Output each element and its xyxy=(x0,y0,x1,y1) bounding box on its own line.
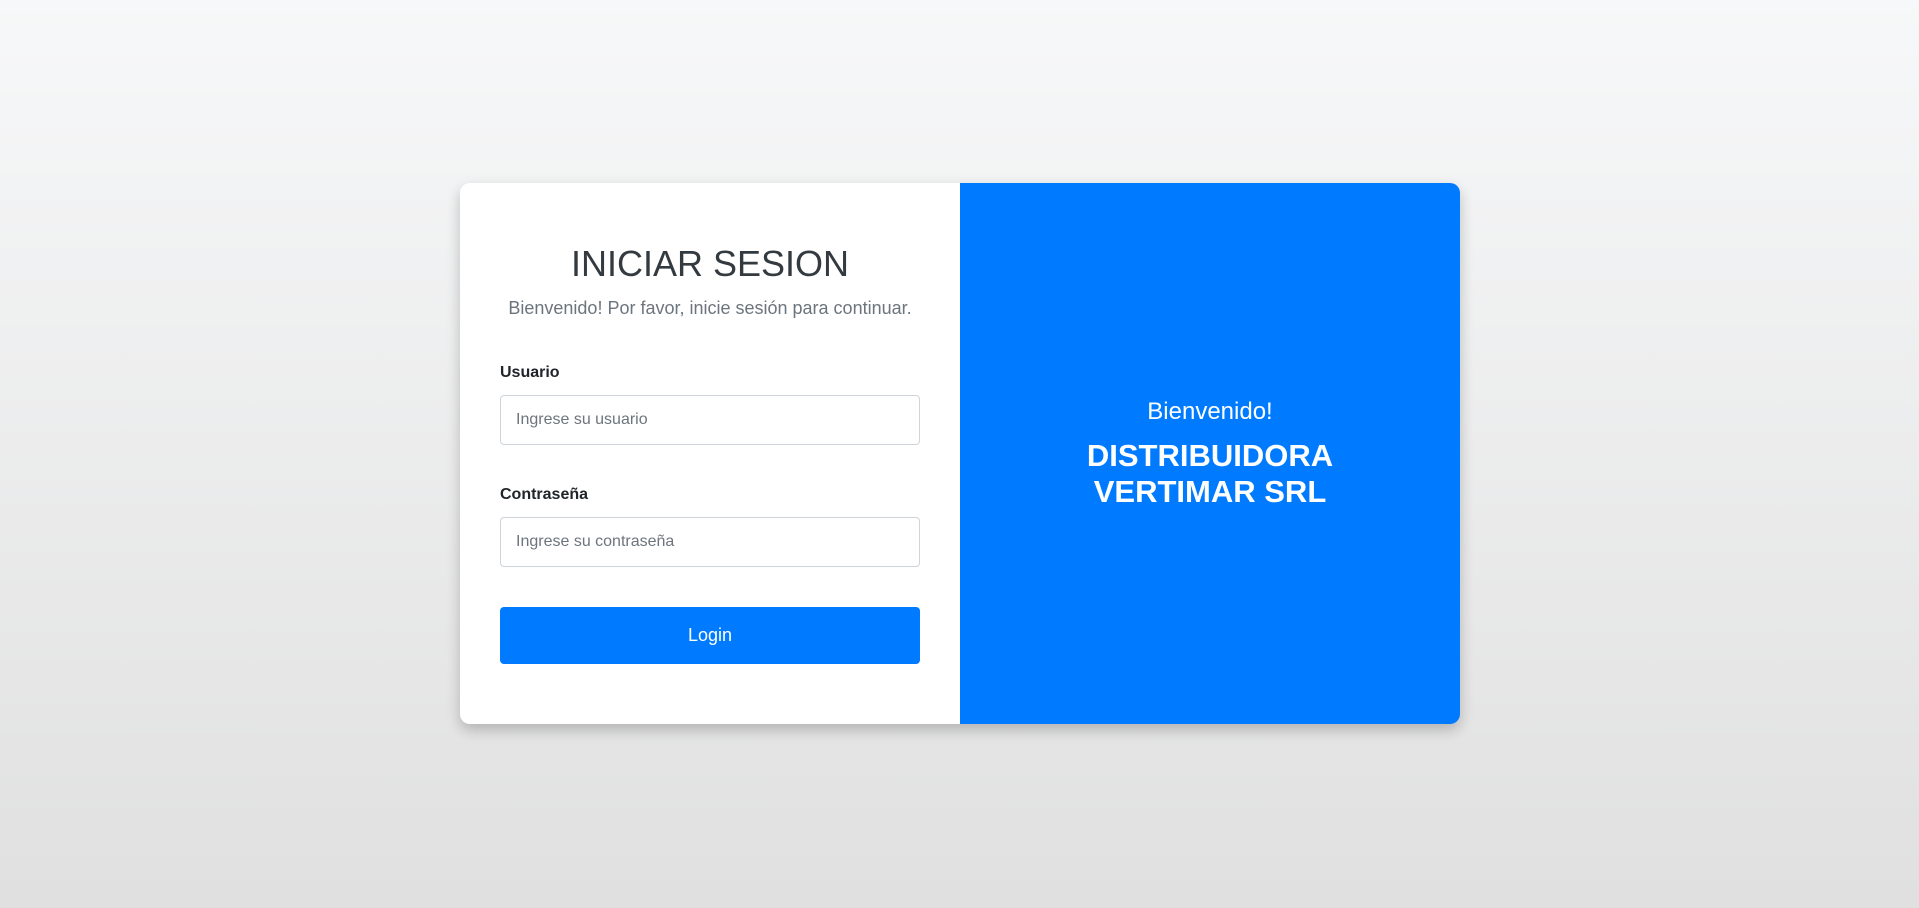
password-label: Contraseña xyxy=(500,486,589,503)
login-panel: INICIAR SESION Bienvenido! Por favor, in… xyxy=(460,183,960,724)
login-card: INICIAR SESION Bienvenido! Por favor, in… xyxy=(460,183,1460,724)
login-button[interactable]: Login xyxy=(500,607,920,664)
password-input[interactable] xyxy=(500,517,920,567)
company-name: DISTRIBUIDORA VERTIMAR SRL xyxy=(1086,437,1334,509)
welcome-banner: Bienvenido! DISTRIBUIDORA VERTIMAR SRL xyxy=(960,183,1460,724)
username-label: Usuario xyxy=(500,364,560,381)
username-input[interactable] xyxy=(500,395,920,445)
banner-welcome-text: Bienvenido! xyxy=(1147,397,1273,425)
page-title: INICIAR SESION xyxy=(570,243,850,284)
welcome-subtitle: Bienvenido! Por favor, inicie sesión par… xyxy=(508,298,912,318)
